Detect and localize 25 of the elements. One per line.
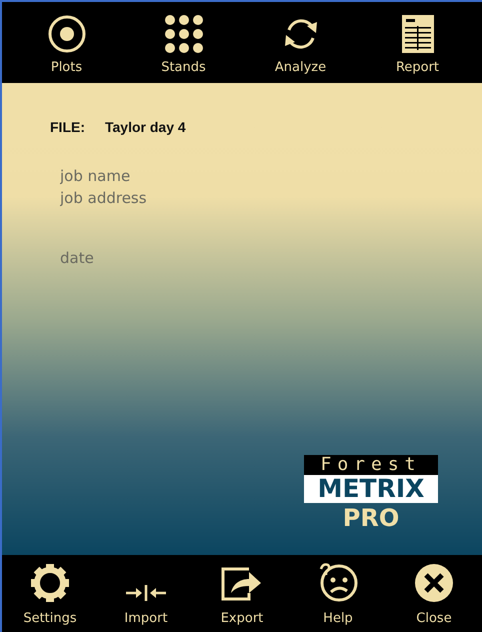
arrows-to-line-icon	[124, 583, 168, 603]
toolbar-button[interactable]: Help	[303, 561, 373, 632]
share-arrow-icon	[221, 565, 263, 603]
input-field[interactable]: job name	[50, 165, 290, 187]
confused-face-icon	[317, 561, 359, 603]
logo-text: Forest	[304, 455, 438, 475]
toolbar-button[interactable]: Export	[207, 565, 277, 632]
file-label: FILE:	[50, 119, 85, 135]
dot-grid-icon	[164, 14, 204, 54]
toolbar-button[interactable]: Import	[111, 583, 181, 632]
close-icon	[414, 563, 454, 603]
input-field[interactable]: date	[50, 247, 290, 269]
gear-icon	[30, 563, 70, 603]
spreadsheet-icon	[400, 14, 434, 54]
logo-text: METRIX	[304, 475, 438, 503]
target-icon	[46, 14, 86, 54]
toolbar-button[interactable]: Stands	[148, 14, 218, 83]
logo-text: PRO	[342, 503, 400, 533]
toolbar-button[interactable]: Report	[382, 14, 452, 83]
toolbar-button[interactable]: Close	[399, 563, 469, 632]
toolbar-button[interactable]: Analyze	[266, 14, 336, 83]
file-name: Taylor day 4	[105, 119, 186, 135]
input-field[interactable]: job address	[50, 187, 290, 209]
toolbar-button[interactable]: Plots	[32, 14, 102, 83]
toolbar-button[interactable]: Settings	[15, 563, 85, 632]
